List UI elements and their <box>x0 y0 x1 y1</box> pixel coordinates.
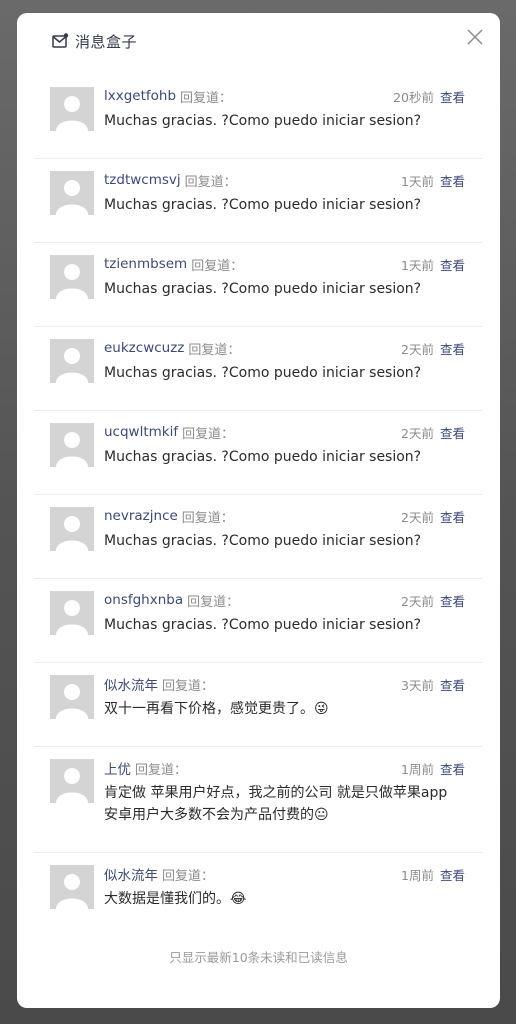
reply-label: 回复道： <box>187 594 240 610</box>
view-link[interactable]: 查看 <box>440 423 465 442</box>
username-link[interactable]: tzdtwcmsvj <box>104 172 181 188</box>
username-link[interactable]: nevrazjnce <box>104 508 178 524</box>
message-text: Muchas gracias. ?Como puedo iniciar sesi… <box>104 449 422 465</box>
username-link[interactable]: 似水流年 <box>104 674 158 694</box>
message-time: 3天前 <box>401 678 434 693</box>
message-text: Muchas gracias. ?Como puedo iniciar sesi… <box>104 365 422 381</box>
message-text: Muchas gracias. ?Como puedo iniciar sesi… <box>104 113 422 129</box>
avatar[interactable] <box>50 423 94 467</box>
username-link[interactable]: onsfghxnba <box>104 592 183 608</box>
avatar[interactable] <box>50 591 94 635</box>
message-time: 2天前 <box>401 342 434 357</box>
username-link[interactable]: ucqwltmkif <box>104 424 178 440</box>
view-link[interactable]: 查看 <box>440 591 465 610</box>
message-time: 1天前 <box>401 258 434 273</box>
view-link[interactable]: 查看 <box>440 675 465 694</box>
message-time: 1周前 <box>401 868 434 883</box>
modal-title: 消息盒子 <box>75 32 138 51</box>
avatar[interactable] <box>50 171 94 215</box>
view-link[interactable]: 查看 <box>440 87 465 106</box>
message-time: 1周前 <box>401 762 434 777</box>
message-time: 1天前 <box>401 174 434 189</box>
message-text: Muchas gracias. ?Como puedo iniciar sesi… <box>104 533 422 549</box>
reply-label: 回复道： <box>182 426 235 442</box>
reply-label: 回复道： <box>135 762 188 778</box>
message-list: lxxgetfohb 回复道： 20秒前 查看 Muchas gracias. … <box>34 75 482 937</box>
modal-header: 消息盒子 <box>51 31 137 51</box>
message-text: 大数据是懂我们的。😂 <box>104 891 247 907</box>
close-icon[interactable] <box>466 28 484 46</box>
message-item: ucqwltmkif 回复道： 2天前 查看 Muchas gracias. ?… <box>34 411 482 495</box>
avatar[interactable] <box>50 87 94 131</box>
message-item: tzdtwcmsvj 回复道： 1天前 查看 Muchas gracias. ?… <box>34 159 482 243</box>
avatar[interactable] <box>50 339 94 383</box>
username-link[interactable]: 上优 <box>104 758 131 778</box>
reply-label: 回复道： <box>181 510 234 526</box>
avatar[interactable] <box>50 675 94 719</box>
reply-label: 回复道： <box>162 868 215 884</box>
reply-label: 回复道： <box>180 90 233 106</box>
username-link[interactable]: 似水流年 <box>104 864 158 884</box>
view-link[interactable]: 查看 <box>440 255 465 274</box>
message-item: 似水流年 回复道： 3天前 查看 双十一再看下价格，感觉更贵了。😜 <box>34 663 482 747</box>
username-link[interactable]: lxxgetfohb <box>104 88 176 104</box>
message-box-modal: 消息盒子 lxxgetfohb 回复道： 20秒前 查看 Muchas grac… <box>17 13 500 1008</box>
username-link[interactable]: tzienmbsem <box>104 256 187 272</box>
message-text: Muchas gracias. ?Como puedo iniciar sesi… <box>104 617 422 633</box>
message-item: onsfghxnba 回复道： 2天前 查看 Muchas gracias. ?… <box>34 579 482 663</box>
reply-label: 回复道： <box>184 174 237 190</box>
reply-label: 回复道： <box>188 342 241 358</box>
message-item: nevrazjnce 回复道： 2天前 查看 Muchas gracias. ?… <box>34 495 482 579</box>
reply-label: 回复道： <box>191 258 244 274</box>
footer-note: 只显示最新10条未读和已读信息 <box>169 950 348 965</box>
view-link[interactable]: 查看 <box>440 865 465 884</box>
avatar[interactable] <box>50 759 94 803</box>
reply-label: 回复道： <box>162 678 215 694</box>
message-item: 上优 回复道： 1周前 查看 肯定做 苹果用户好点，我之前的公司 就是只做苹果a… <box>34 747 482 853</box>
message-item: 似水流年 回复道： 1周前 查看 大数据是懂我们的。😂 <box>34 853 482 937</box>
view-link[interactable]: 查看 <box>440 339 465 358</box>
view-link[interactable]: 查看 <box>440 507 465 526</box>
message-text: Muchas gracias. ?Como puedo iniciar sesi… <box>104 197 422 213</box>
message-time: 2天前 <box>401 594 434 609</box>
message-item: tzienmbsem 回复道： 1天前 查看 Muchas gracias. ?… <box>34 243 482 327</box>
username-link[interactable]: eukzcwcuzz <box>104 340 184 356</box>
message-text: 双十一再看下价格，感觉更贵了。😜 <box>104 701 329 717</box>
mail-icon <box>51 32 69 50</box>
message-time: 2天前 <box>401 510 434 525</box>
message-text: Muchas gracias. ?Como puedo iniciar sesi… <box>104 281 422 297</box>
message-item: eukzcwcuzz 回复道： 2天前 查看 Muchas gracias. ?… <box>34 327 482 411</box>
message-time: 20秒前 <box>393 90 434 105</box>
message-time: 2天前 <box>401 426 434 441</box>
avatar[interactable] <box>50 255 94 299</box>
avatar[interactable] <box>50 865 94 909</box>
message-item: lxxgetfohb 回复道： 20秒前 查看 Muchas gracias. … <box>34 75 482 159</box>
view-link[interactable]: 查看 <box>440 171 465 190</box>
message-text: 肯定做 苹果用户好点，我之前的公司 就是只做苹果app 安卓用户大多数不会为产品… <box>104 785 448 823</box>
view-link[interactable]: 查看 <box>440 759 465 778</box>
avatar[interactable] <box>50 507 94 551</box>
